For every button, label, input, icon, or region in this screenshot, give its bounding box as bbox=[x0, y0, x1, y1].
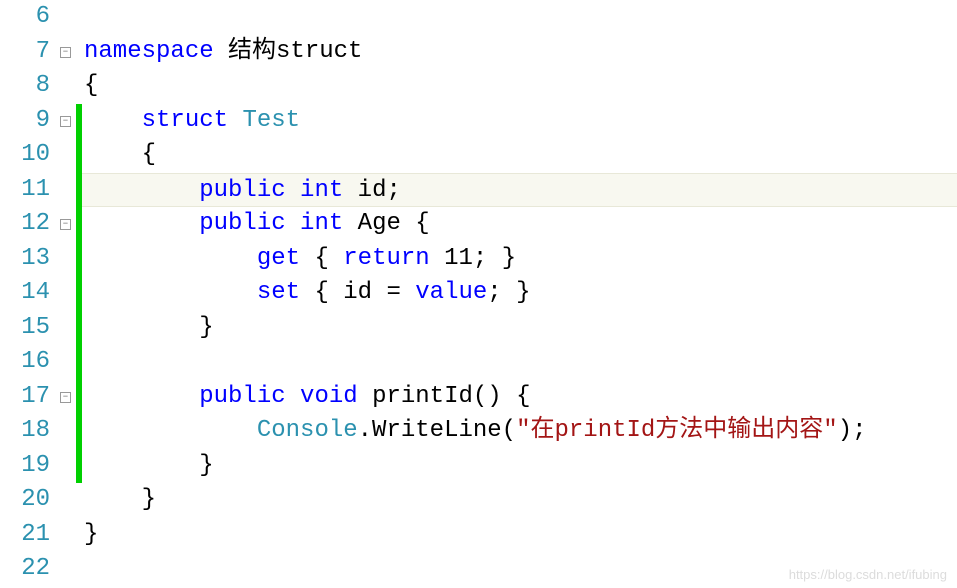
code-line: { bbox=[82, 69, 957, 104]
line-number: 8 bbox=[0, 69, 50, 104]
fold-toggle-icon[interactable]: − bbox=[60, 116, 71, 127]
code-line: } bbox=[82, 311, 957, 346]
code-line-current: public int id; bbox=[82, 173, 957, 208]
code-line: get { return 11; } bbox=[82, 242, 957, 277]
code-line: namespace 结构struct bbox=[82, 35, 957, 70]
line-number: 18 bbox=[0, 414, 50, 449]
line-number: 22 bbox=[0, 552, 50, 587]
line-number: 14 bbox=[0, 276, 50, 311]
code-line: set { id = value; } bbox=[82, 276, 957, 311]
fold-toggle-icon[interactable]: − bbox=[60, 219, 71, 230]
fold-column[interactable]: − − − − bbox=[58, 0, 76, 588]
fold-toggle-icon[interactable]: − bbox=[60, 392, 71, 403]
code-line: } bbox=[82, 483, 957, 518]
code-line: } bbox=[82, 518, 957, 553]
code-line: { bbox=[82, 138, 957, 173]
code-editor[interactable]: 678910111213141516171819202122 − − − − name… bbox=[0, 0, 957, 588]
code-area[interactable]: namespace 结构struct { struct Test { publi… bbox=[82, 0, 957, 588]
watermark: https://blog.csdn.net/ifubing bbox=[789, 567, 947, 582]
code-line: public int Age { bbox=[82, 207, 957, 242]
line-number: 6 bbox=[0, 0, 50, 35]
line-number: 13 bbox=[0, 242, 50, 277]
line-number: 12 bbox=[0, 207, 50, 242]
code-line: } bbox=[82, 449, 957, 484]
line-number: 15 bbox=[0, 311, 50, 346]
line-number: 10 bbox=[0, 138, 50, 173]
line-number: 20 bbox=[0, 483, 50, 518]
line-number: 21 bbox=[0, 518, 50, 553]
code-line: Console.WriteLine("在printId方法中输出内容"); bbox=[82, 414, 957, 449]
line-number: 7 bbox=[0, 35, 50, 70]
line-number: 17 bbox=[0, 380, 50, 415]
line-number: 19 bbox=[0, 449, 50, 484]
code-line: struct Test bbox=[82, 104, 957, 139]
line-number: 9 bbox=[0, 104, 50, 139]
fold-toggle-icon[interactable]: − bbox=[60, 47, 71, 58]
line-number: 16 bbox=[0, 345, 50, 380]
code-line bbox=[82, 0, 957, 35]
line-number-gutter: 678910111213141516171819202122 bbox=[0, 0, 58, 588]
line-number: 11 bbox=[0, 173, 50, 208]
code-line bbox=[82, 345, 957, 380]
code-line: public void printId() { bbox=[82, 380, 957, 415]
